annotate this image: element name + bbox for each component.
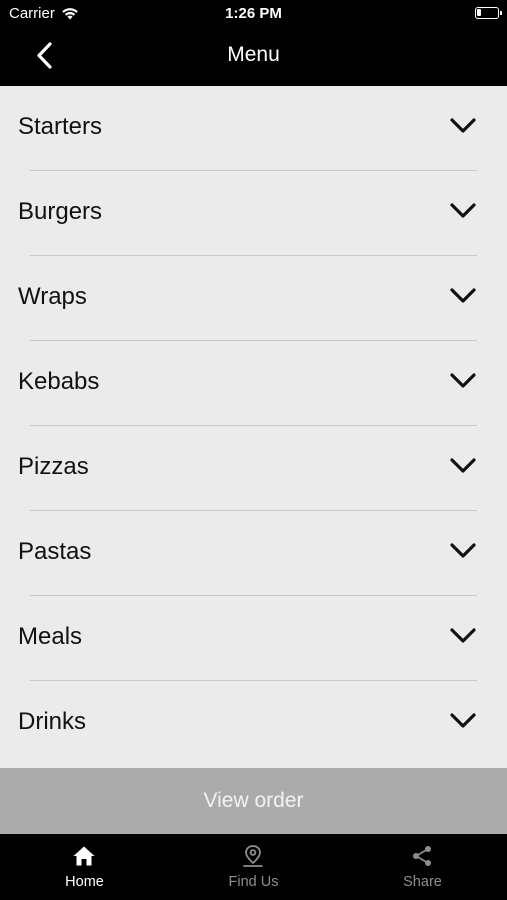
tab-find-us[interactable]: Find Us (169, 834, 338, 900)
menu-category-drinks[interactable]: Drinks (0, 681, 507, 766)
menu-category-label: Wraps (18, 283, 87, 310)
tab-home[interactable]: Home (0, 834, 169, 900)
chevron-down-icon (450, 118, 476, 133)
tab-label: Home (65, 874, 104, 890)
tab-label: Share (403, 874, 442, 890)
menu-category-label: Starters (18, 113, 103, 140)
menu-category-wraps[interactable]: Wraps (0, 256, 507, 341)
tab-label: Find Us (228, 874, 279, 890)
chevron-down-icon (450, 373, 476, 388)
menu-category-label: Pastas (18, 538, 92, 565)
chevron-down-icon (450, 288, 476, 303)
chevron-down-icon (450, 203, 476, 218)
menu-category-label: Drinks (18, 708, 87, 735)
menu-category-list: Starters Burgers Wraps Kebabs Pizzas Pas… (0, 86, 507, 768)
chevron-down-icon (450, 543, 476, 558)
home-icon (73, 846, 95, 866)
navigation-bar: Menu (0, 28, 507, 86)
menu-category-pizzas[interactable]: Pizzas (0, 426, 507, 511)
map-pin-icon (243, 845, 263, 867)
menu-category-label: Meals (18, 623, 83, 650)
menu-category-label: Burgers (18, 198, 103, 225)
tab-share[interactable]: Share (338, 834, 507, 900)
tab-bar: Home Find Us Share (0, 834, 507, 900)
menu-category-starters[interactable]: Starters (0, 86, 507, 171)
menu-category-kebabs[interactable]: Kebabs (0, 341, 507, 426)
menu-category-label: Kebabs (18, 368, 100, 395)
view-order-button[interactable]: View order (0, 768, 507, 834)
battery-level (477, 9, 481, 16)
page-title: Menu (227, 43, 280, 66)
menu-category-label: Pizzas (18, 453, 89, 480)
menu-category-meals[interactable]: Meals (0, 596, 507, 681)
status-bar: Carrier 1:26 PM (0, 0, 507, 28)
share-icon (413, 846, 431, 866)
menu-category-pastas[interactable]: Pastas (0, 511, 507, 596)
battery-icon (475, 7, 502, 19)
chevron-down-icon (450, 628, 476, 643)
status-time: 1:26 PM (225, 5, 282, 22)
chevron-down-icon (450, 713, 476, 728)
chevron-down-icon (450, 458, 476, 473)
menu-category-burgers[interactable]: Burgers (0, 171, 507, 256)
